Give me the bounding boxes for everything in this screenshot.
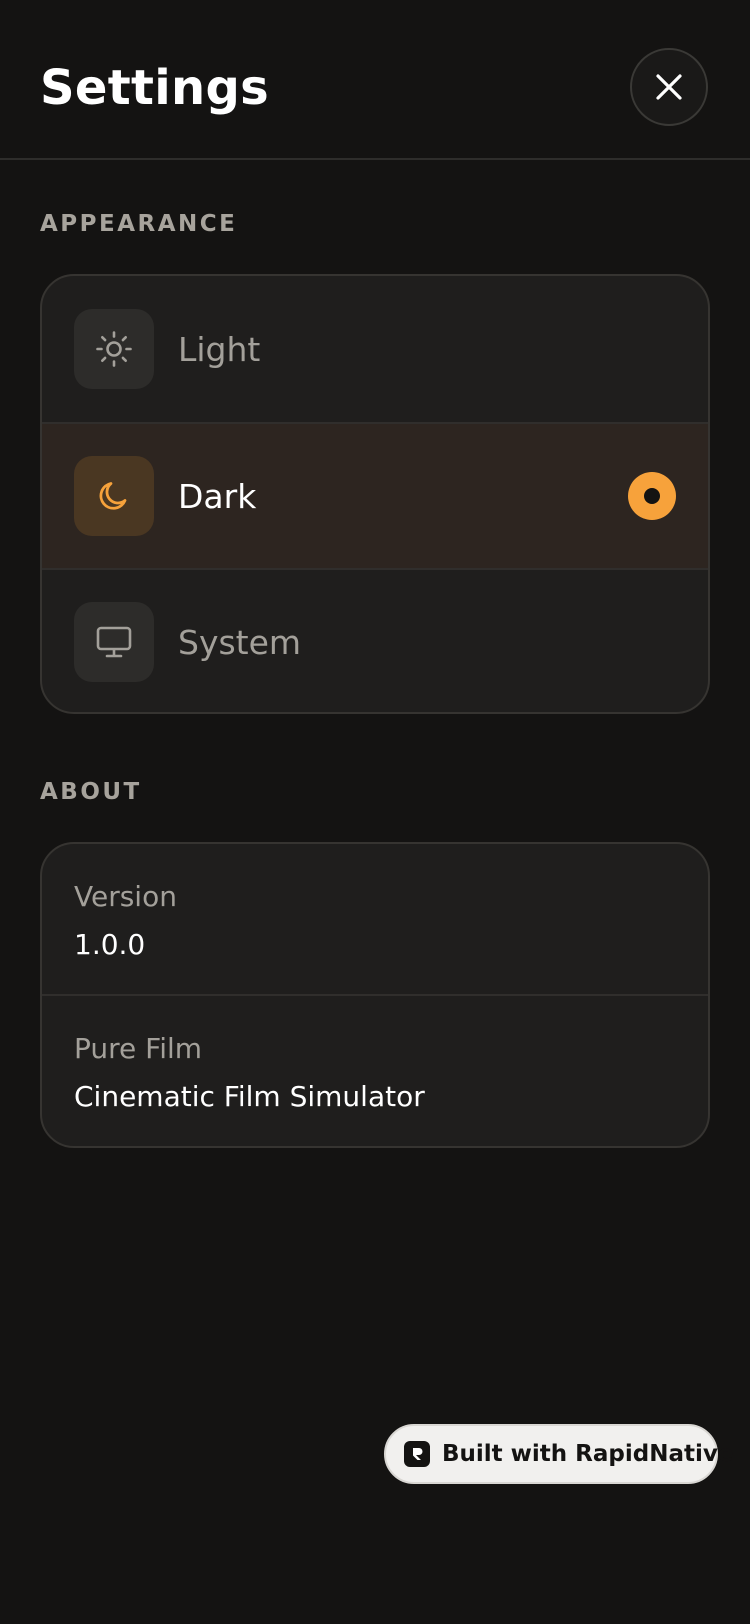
appearance-card: Light Dark System xyxy=(40,274,710,714)
page-title: Settings xyxy=(40,60,269,116)
appearance-option-dark[interactable]: Dark xyxy=(42,422,708,568)
light-icon-box xyxy=(74,309,154,389)
badge-text: Built with RapidNative xyxy=(442,1441,734,1467)
about-card: Version 1.0.0 Pure Film Cinematic Film S… xyxy=(40,842,710,1148)
about-key: Pure Film xyxy=(74,1032,203,1065)
close-icon xyxy=(656,74,682,100)
rapidnative-logo-icon xyxy=(404,1441,430,1467)
about-key: Version xyxy=(74,880,177,913)
about-section-label: ABOUT xyxy=(40,779,142,805)
monitor-icon xyxy=(96,626,132,658)
dark-icon-box xyxy=(74,456,154,536)
close-button[interactable] xyxy=(630,48,708,126)
appearance-option-label: Dark xyxy=(178,476,257,516)
appearance-option-label: Light xyxy=(178,329,261,369)
header: Settings xyxy=(0,0,750,160)
moon-icon xyxy=(99,482,127,510)
selected-radio-indicator xyxy=(628,472,676,520)
sun-icon xyxy=(96,331,132,367)
appearance-option-system[interactable]: System xyxy=(42,568,708,712)
about-value: Cinematic Film Simulator xyxy=(74,1080,425,1113)
appearance-option-light[interactable]: Light xyxy=(42,276,708,422)
about-row-app: Pure Film Cinematic Film Simulator xyxy=(42,994,708,1144)
about-row-version: Version 1.0.0 xyxy=(42,844,708,994)
rapidnative-glyph-icon xyxy=(413,1448,423,1460)
appearance-section-label: APPEARANCE xyxy=(40,211,238,237)
built-with-badge[interactable]: Built with RapidNative xyxy=(384,1424,733,1484)
radio-dot xyxy=(644,488,660,504)
appearance-option-label: System xyxy=(178,622,302,662)
system-icon-box xyxy=(74,602,154,682)
about-value: 1.0.0 xyxy=(74,928,146,961)
